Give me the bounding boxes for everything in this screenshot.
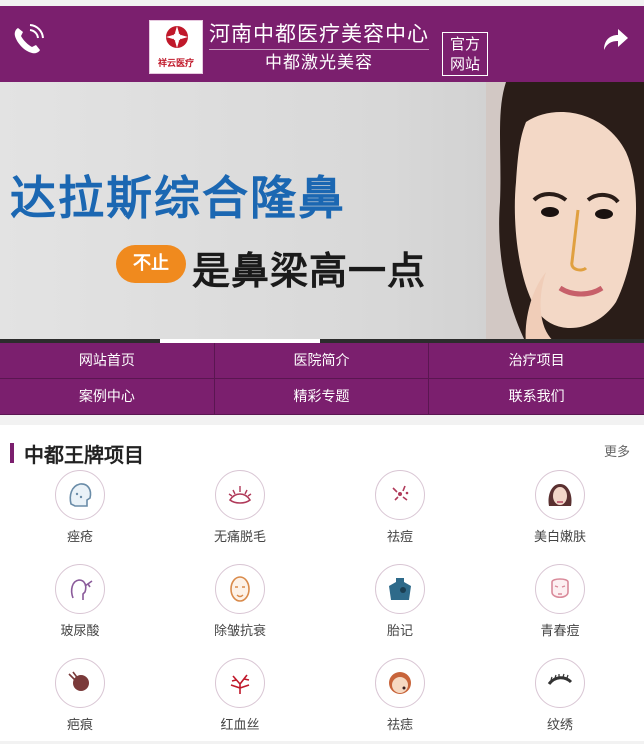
project-label: 痤疮 [66, 530, 93, 545]
phone-icon[interactable] [10, 22, 46, 58]
site-subtitle: 中都激光美容 [265, 52, 373, 73]
brand-block[interactable]: 祥云医疗 河南中都医疗美容中心 中都激光美容 [149, 20, 429, 74]
project-label: 除皱抗衰 [213, 624, 266, 639]
page: 祥云医疗 河南中都医疗美容中心 中都激光美容 官方 网站 达拉斯综合隆鼻 不止 … [0, 0, 644, 744]
project-label: 无痛脱毛 [213, 530, 266, 545]
badge-line-2: 网站 [449, 55, 480, 73]
project-label: 美白嫩肤 [533, 530, 586, 545]
teen-face-icon [535, 564, 585, 614]
banner-tagline: 是鼻梁高一点 [192, 249, 427, 293]
official-site-badge[interactable]: 官方 网站 [442, 32, 488, 76]
model-face-image [486, 82, 644, 343]
pimple-icon [375, 470, 425, 520]
project-item-acne[interactable]: 痤疮 [0, 470, 160, 564]
project-label: 青春痘 [540, 624, 580, 639]
project-item-eyebrow-tattoo[interactable]: 纹绣 [480, 658, 640, 744]
eyebrow-tattoo-icon [535, 658, 585, 708]
project-item-mole-removal[interactable]: 祛痣 [320, 658, 480, 744]
woman-face-icon [535, 470, 585, 520]
site-title: 河南中都医疗美容中心 [209, 21, 429, 46]
project-label: 祛痘 [386, 530, 413, 545]
project-item-pimple-removal[interactable]: 祛痘 [320, 470, 480, 564]
title-divider [209, 48, 429, 50]
project-item-hyaluronic-acid[interactable]: 玻尿酸 [0, 564, 160, 658]
promo-banner[interactable]: 达拉斯综合隆鼻 不止 是鼻梁高一点 [0, 82, 644, 343]
nav-item-contact[interactable]: 联系我们 [429, 379, 644, 415]
injection-face-icon [55, 564, 105, 614]
section-accent-bar [10, 443, 14, 463]
nav-item-home[interactable]: 网站首页 [0, 343, 215, 379]
wrinkle-face-icon [215, 564, 265, 614]
title-block: 河南中都医疗美容中心 中都激光美容 [209, 21, 429, 74]
project-item-scar[interactable]: 疤痕 [0, 658, 160, 744]
birthmark-body-icon [375, 564, 425, 614]
banner-badge: 不止 [116, 245, 186, 283]
project-item-anti-aging[interactable]: 除皱抗衰 [160, 564, 320, 658]
main-nav: 网站首页 医院简介 治疗项目 案例中心 精彩专题 联系我们 [0, 343, 644, 415]
slide-indicator [0, 339, 644, 343]
capillary-icon [215, 658, 265, 708]
project-label: 红血丝 [220, 718, 260, 733]
nav-item-topics[interactable]: 精彩专题 [214, 379, 430, 415]
mole-face-icon [375, 658, 425, 708]
logo-text: 祥云医疗 [157, 59, 194, 69]
nav-item-cases[interactable]: 案例中心 [0, 379, 215, 415]
more-link[interactable]: 更多 [604, 441, 630, 460]
project-label: 胎记 [386, 624, 413, 639]
header: 祥云医疗 河南中都医疗美容中心 中都激光美容 官方 网站 [0, 6, 644, 82]
scar-icon [55, 658, 105, 708]
acne-face-icon [55, 470, 105, 520]
project-item-birthmark[interactable]: 胎记 [320, 564, 480, 658]
featured-projects-section: 中都王牌项目 更多 痤疮 无痛脱毛 祛痘 美白嫩肤 玻尿酸 除皱抗衰 胎记 青春… [0, 425, 644, 741]
project-item-youth-acne[interactable]: 青春痘 [480, 564, 640, 658]
section-header: 中都王牌项目 更多 [0, 425, 644, 467]
project-item-capillaries[interactable]: 红血丝 [160, 658, 320, 744]
section-title: 中都王牌项目 [24, 443, 144, 467]
nav-item-treatments[interactable]: 治疗项目 [429, 343, 644, 379]
project-item-whitening[interactable]: 美白嫩肤 [480, 470, 640, 564]
hair-removal-icon [215, 470, 265, 520]
project-item-hair-removal[interactable]: 无痛脱毛 [160, 470, 320, 564]
badge-line-1: 官方 [449, 35, 480, 53]
project-label: 纹绣 [546, 718, 573, 733]
logo: 祥云医疗 [149, 20, 203, 74]
project-label: 祛痣 [386, 718, 413, 733]
slide-indicator-active [160, 339, 320, 343]
project-label: 疤痕 [66, 718, 93, 733]
banner-headline: 达拉斯综合隆鼻 [10, 171, 346, 225]
project-label: 玻尿酸 [60, 624, 100, 639]
project-grid: 痤疮 无痛脱毛 祛痘 美白嫩肤 玻尿酸 除皱抗衰 胎记 青春痘 疤痕 红血丝 祛… [0, 470, 644, 744]
nav-item-hospital-intro[interactable]: 医院简介 [214, 343, 430, 379]
logo-flower-icon [166, 26, 188, 48]
share-arrow-icon[interactable] [600, 24, 630, 54]
